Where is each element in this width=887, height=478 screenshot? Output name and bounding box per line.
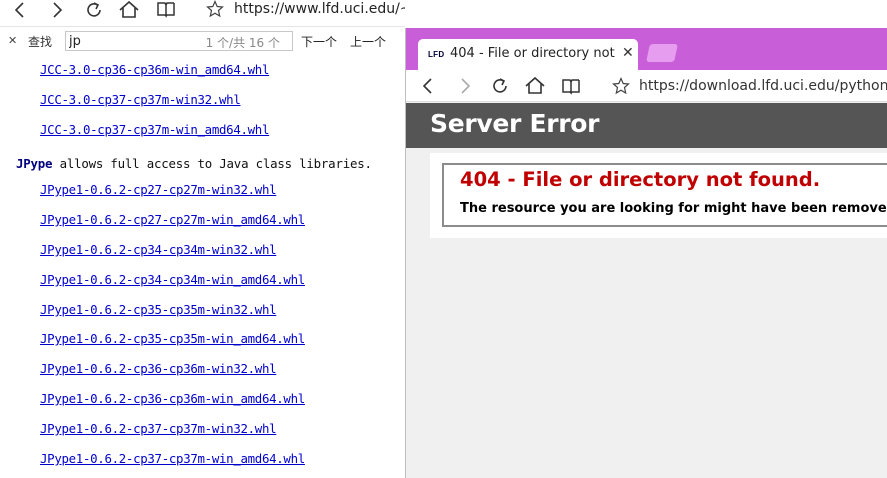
find-bar-label: 查找 bbox=[28, 35, 53, 49]
package-link[interactable]: JPype1-0.6.2-cp27-cp27m-win_amd64.whl bbox=[40, 212, 305, 227]
tab-active[interactable]: LFD 404 - File or directory not found ✕ bbox=[418, 39, 638, 70]
reader-icon[interactable] bbox=[156, 0, 176, 18]
find-previous-button[interactable]: 上一个 bbox=[350, 33, 386, 50]
package-link[interactable]: JPype1-0.6.2-cp36-cp36m-win32.whl bbox=[40, 361, 277, 376]
forward-icon[interactable] bbox=[48, 1, 66, 19]
star-icon[interactable] bbox=[612, 77, 630, 95]
left-toolbar: https://www.lfd.uci.edu/~gohlke/pythonli… bbox=[0, 0, 405, 27]
address-bar[interactable]: https://www.lfd.uci.edu/~gohlke/pythonli… bbox=[234, 1, 405, 17]
error-message: The resource you are looking for might h… bbox=[460, 201, 887, 216]
right-browser-window: LFD 404 - File or directory not found ✕ … bbox=[405, 28, 887, 478]
page-title: Server Error bbox=[430, 109, 600, 138]
find-input[interactable] bbox=[69, 33, 199, 49]
tab-strip: LFD 404 - File or directory not found ✕ bbox=[406, 28, 887, 70]
package-link[interactable]: JPype1-0.6.2-cp36-cp36m-win_amd64.whl bbox=[40, 391, 305, 406]
right-toolbar: https://download.lfd.uci.edu/pythonlibs/ bbox=[406, 70, 887, 102]
package-link[interactable]: JPype1-0.6.2-cp35-cp35m-win_amd64.whl bbox=[40, 331, 305, 346]
back-icon[interactable] bbox=[420, 77, 438, 95]
find-next-button[interactable]: 下一个 bbox=[301, 33, 337, 50]
close-icon[interactable]: ✕ bbox=[8, 34, 17, 47]
back-icon[interactable] bbox=[12, 1, 30, 19]
error-heading: 404 - File or directory not found. bbox=[460, 168, 821, 191]
tab-title: 404 - File or directory not found bbox=[450, 46, 618, 61]
match-count: 1 个/共 16 个 bbox=[205, 36, 280, 50]
address-bar[interactable]: https://download.lfd.uci.edu/pythonlibs/ bbox=[639, 78, 887, 94]
lfd-favicon-icon: LFD bbox=[428, 50, 445, 59]
forward-icon[interactable] bbox=[456, 77, 474, 95]
package-link[interactable]: JPype1-0.6.2-cp34-cp34m-win_amd64.whl bbox=[40, 272, 305, 287]
jpype-name: JPype bbox=[16, 156, 53, 171]
refresh-icon[interactable] bbox=[490, 76, 510, 96]
home-icon[interactable] bbox=[118, 0, 140, 20]
package-link[interactable]: JPype1-0.6.2-cp35-cp35m-win32.whl bbox=[40, 302, 277, 317]
package-link[interactable]: JPype1-0.6.2-cp34-cp34m-win32.whl bbox=[40, 242, 277, 257]
package-link[interactable]: JPype1-0.6.2-cp37-cp37m-win32.whl bbox=[40, 421, 277, 436]
package-link[interactable]: JCC-3.0-cp36-cp36m-win_amd64.whl bbox=[40, 62, 269, 77]
package-link[interactable]: JPype1-0.6.2-cp37-cp37m-win_amd64.whl bbox=[40, 451, 305, 466]
home-icon[interactable] bbox=[524, 76, 546, 96]
server-error-header: Server Error bbox=[406, 103, 887, 148]
new-tab-button[interactable] bbox=[646, 44, 678, 62]
error-box: 404 - File or directory not found. The r… bbox=[442, 163, 887, 227]
package-link[interactable]: JCC-3.0-cp37-cp37m-win_amd64.whl bbox=[40, 122, 269, 137]
find-box: 1 个/共 16 个 bbox=[65, 31, 293, 51]
tab-close-icon[interactable]: ✕ bbox=[622, 45, 634, 61]
error-content: 404 - File or directory not found. The r… bbox=[430, 153, 887, 238]
refresh-icon[interactable] bbox=[84, 0, 104, 20]
package-link[interactable]: JPype1-0.6.2-cp27-cp27m-win32.whl bbox=[40, 182, 277, 197]
star-icon[interactable] bbox=[206, 0, 224, 18]
find-bar: ✕ 查找 1 个/共 16 个 下一个 上一个 bbox=[0, 28, 405, 54]
jpype-description: JPype allows full access to Java class l… bbox=[16, 156, 372, 171]
reader-icon[interactable] bbox=[561, 77, 581, 95]
left-browser-window: https://www.lfd.uci.edu/~gohlke/pythonli… bbox=[0, 0, 405, 478]
package-link[interactable]: JCC-3.0-cp37-cp37m-win32.whl bbox=[40, 92, 241, 107]
jpype-description-text: allows full access to Java class librari… bbox=[52, 156, 372, 171]
